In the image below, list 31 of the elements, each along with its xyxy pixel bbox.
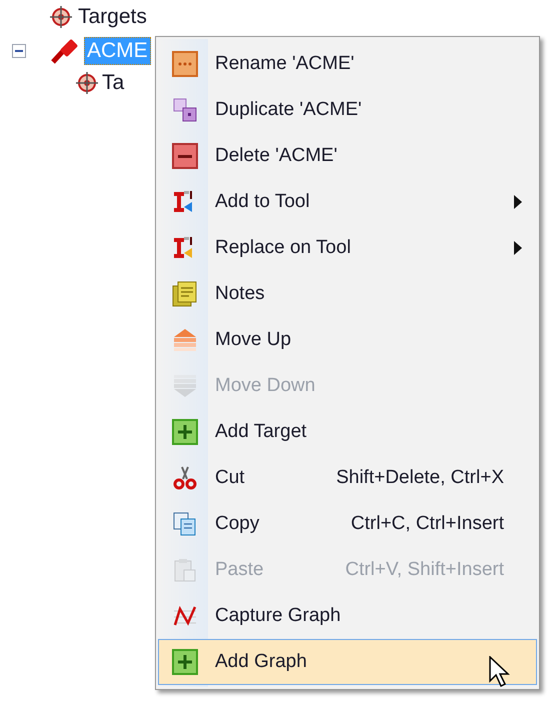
menu-item[interactable]: Copy Ctrl+C, Ctrl+Insert [158,501,537,547]
menu-item[interactable]: Add Graph [158,639,537,685]
minus-icon [172,143,198,169]
move-up-icon [172,327,198,353]
plus-icon [172,649,198,675]
menu-item[interactable]: Replace on Tool [158,225,537,271]
duplicate-icon [172,97,198,123]
crosshair-icon [50,6,72,28]
menu-item[interactable]: Move Up [158,317,537,363]
menu-item[interactable]: Notes [158,271,537,317]
minus-icon [15,50,23,52]
menu-item[interactable]: Capture Graph [158,593,537,639]
menu-item[interactable]: Add Target [158,409,537,455]
menu-item[interactable]: Add to Tool [158,179,537,225]
scissors-icon [172,465,198,491]
menu-item[interactable]: Rename 'ACME' [158,41,537,87]
move-down-icon [172,373,198,399]
menu-item[interactable]: Delete 'ACME' [158,133,537,179]
tree-item[interactable]: Ta [102,67,124,99]
copy-icon [172,511,198,537]
ellipsis-icon [172,51,198,77]
notes-icon [172,281,198,307]
crosshair-icon [76,72,98,94]
plus-icon [172,419,198,445]
menu-item[interactable]: Duplicate 'ACME' [158,87,537,133]
clipboard-icon [172,557,198,583]
collapse-toggle[interactable] [12,44,26,58]
hammer-icon [50,38,80,64]
menu-item[interactable]: Cut Shift+Delete, Ctrl+X [158,455,537,501]
mouse-cursor-icon [489,656,511,688]
tree-item[interactable]: Targets [76,4,149,30]
